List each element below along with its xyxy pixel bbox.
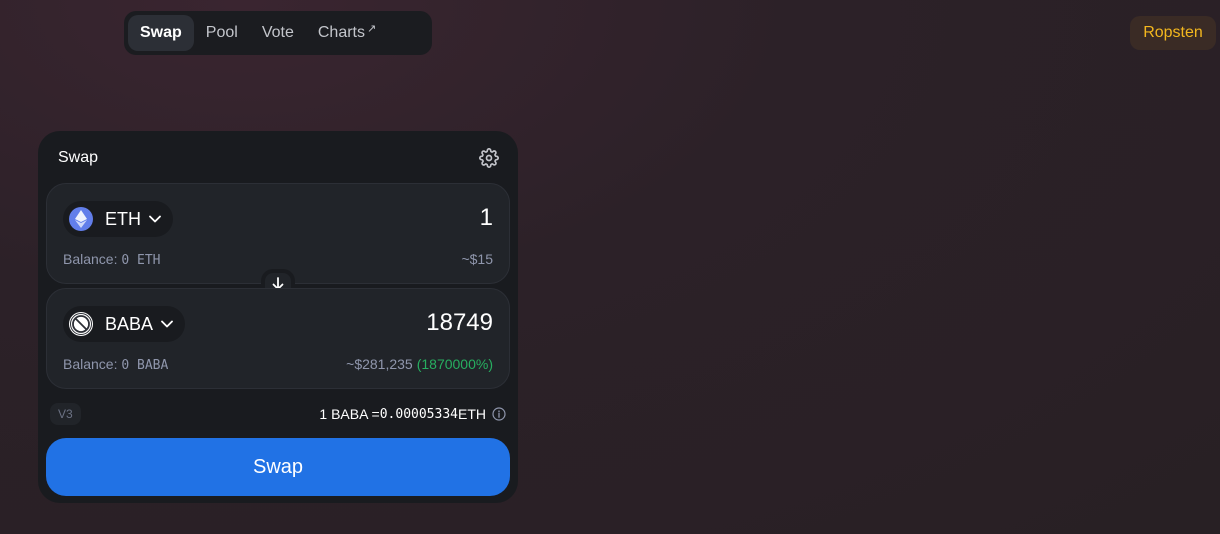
price-impact: (1870000%) xyxy=(416,356,493,372)
trade-info-row: V3 1 BABA = 0.00005334 ETH xyxy=(50,401,506,427)
input-balance: Balance: 0 ETH xyxy=(63,251,161,268)
rate-prefix: 1 BABA = xyxy=(319,406,380,422)
input-amount-field[interactable]: 1 xyxy=(480,204,493,232)
swap-card-title: Swap xyxy=(58,149,99,166)
nav-pool[interactable]: Pool xyxy=(194,15,250,51)
nav-pool-label: Pool xyxy=(205,24,238,41)
output-balance: Balance: 0 BABA xyxy=(63,356,168,373)
network-label: Ropsten xyxy=(1143,24,1203,41)
output-balance-label: Balance: xyxy=(63,356,118,372)
exchange-rate[interactable]: 1 BABA = 0.00005334 ETH xyxy=(319,406,506,422)
output-balance-value: 0 BABA xyxy=(121,358,169,373)
swap-card: Swap ETH 1 Balance: 0 ETH ~$15 BABA 1874… xyxy=(38,131,518,503)
version-badge: V3 xyxy=(50,403,81,425)
input-token-selector[interactable]: ETH xyxy=(63,201,173,237)
input-balance-label: Balance: xyxy=(63,251,118,267)
nav-charts[interactable]: Charts ↗ xyxy=(306,15,388,51)
nav-swap[interactable]: Swap xyxy=(128,15,194,51)
output-fiat: ~$281,235 (1870000%) xyxy=(346,356,493,372)
info-icon[interactable] xyxy=(492,407,506,421)
input-fiat-value: ~$15 xyxy=(461,251,493,267)
nav-swap-label: Swap xyxy=(140,24,182,41)
gear-icon[interactable] xyxy=(478,147,500,169)
output-token-symbol: BABA xyxy=(105,313,154,334)
baba-token-icon xyxy=(69,312,93,336)
output-token-selector[interactable]: BABA xyxy=(63,306,186,342)
swap-button[interactable]: Swap xyxy=(46,438,510,496)
output-amount-field[interactable]: 18749 xyxy=(426,309,493,337)
output-token-panel: BABA 18749 Balance: 0 BABA ~$281,235 (187… xyxy=(46,288,510,389)
network-badge[interactable]: Ropsten xyxy=(1130,16,1216,50)
swap-card-header: Swap xyxy=(58,146,500,170)
nav-charts-label: Charts xyxy=(317,24,365,41)
nav-vote-label: Vote xyxy=(261,24,294,41)
rate-suffix: ETH xyxy=(458,406,486,422)
rate-value: 0.00005334 xyxy=(379,406,458,422)
input-token-symbol: ETH xyxy=(105,208,141,229)
ethereum-icon xyxy=(69,207,93,231)
chevron-down-icon xyxy=(161,315,173,333)
chevron-down-icon xyxy=(149,210,161,228)
output-fiat-value: ~$281,235 xyxy=(346,356,413,372)
external-link-icon: ↗ xyxy=(366,22,377,35)
top-nav: Swap Pool Vote Charts ↗ xyxy=(124,11,432,55)
input-balance-value: 0 ETH xyxy=(121,253,161,268)
nav-vote[interactable]: Vote xyxy=(250,15,306,51)
